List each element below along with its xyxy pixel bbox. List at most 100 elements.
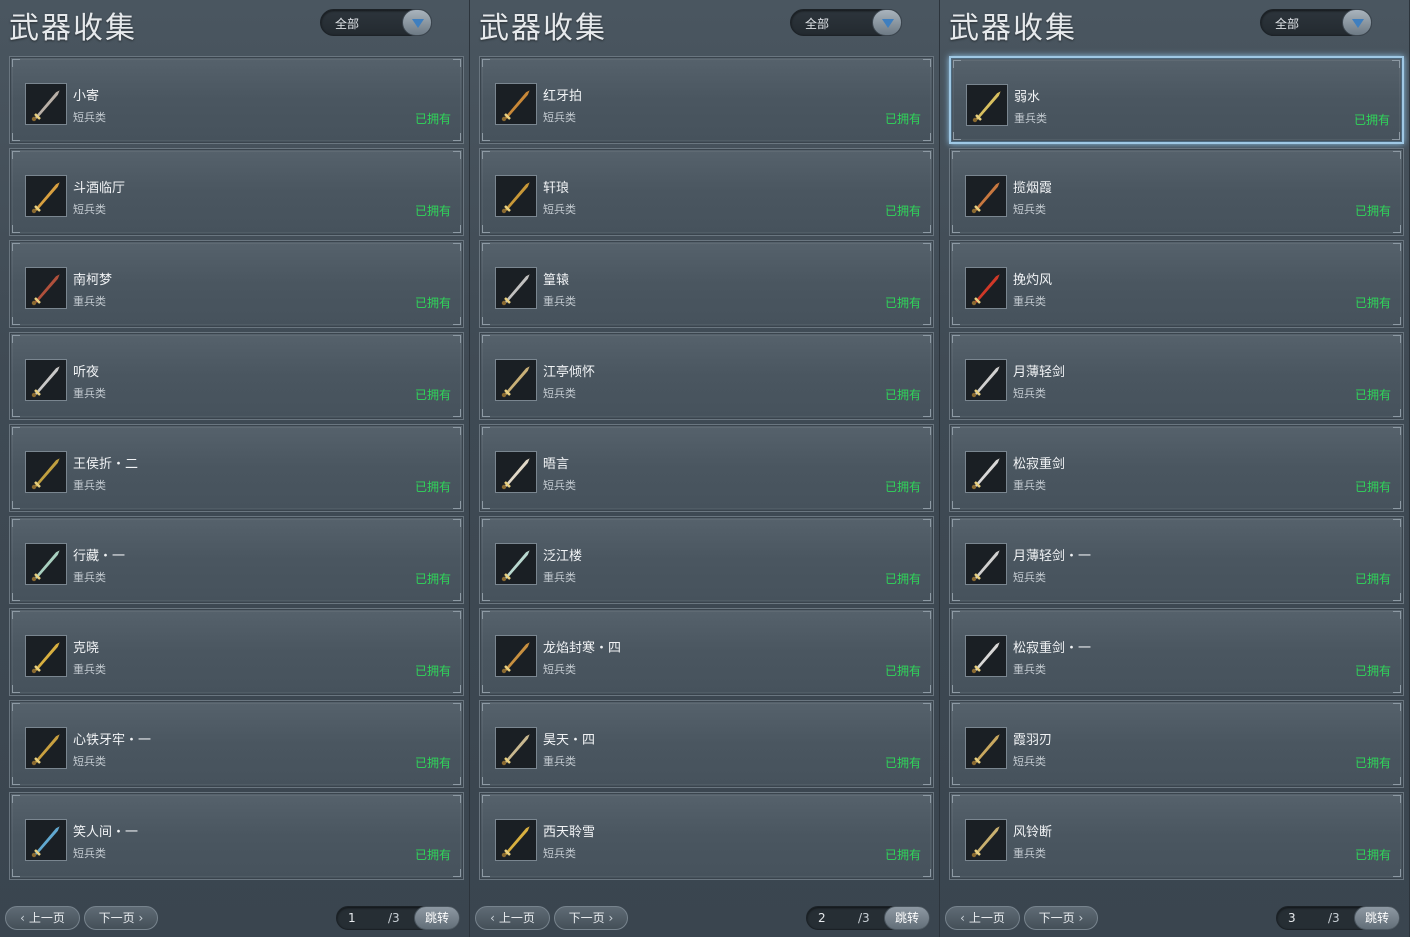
corner-ornament xyxy=(482,795,490,803)
weapon-item[interactable]: 行藏・一 重兵类 已拥有 xyxy=(9,516,464,604)
weapon-item[interactable]: 泛江楼 重兵类 已拥有 xyxy=(479,516,934,604)
corner-ornament xyxy=(923,777,931,785)
weapon-item[interactable]: 轩琅 短兵类 已拥有 xyxy=(479,148,934,236)
owned-status: 已拥有 xyxy=(1354,388,1391,402)
weapon-item[interactable]: 篁辕 重兵类 已拥有 xyxy=(479,240,934,328)
weapon-item[interactable]: 龙焰封寒・四 短兵类 已拥有 xyxy=(479,608,934,696)
weapon-item[interactable]: 克晓 重兵类 已拥有 xyxy=(9,608,464,696)
corner-ornament xyxy=(482,409,490,417)
jump-button[interactable]: 跳转 xyxy=(414,906,460,930)
weapon-item[interactable]: 风铃断 重兵类 已拥有 xyxy=(949,792,1404,880)
corner-ornament xyxy=(923,703,931,711)
page-total: /3 xyxy=(858,911,870,925)
weapon-name: 篁辕 xyxy=(543,273,570,288)
panel-title: 武器收集 xyxy=(479,11,607,46)
weapon-name: 江亭倾怀 xyxy=(543,365,596,380)
chevron-down-icon[interactable] xyxy=(1342,9,1372,36)
corner-ornament xyxy=(923,501,931,509)
corner-ornament xyxy=(1393,409,1401,417)
dragon-sword-icon xyxy=(495,635,537,677)
jump-button[interactable]: 跳转 xyxy=(884,906,930,930)
chevron-right-icon: › xyxy=(608,911,614,925)
weapon-item[interactable]: 霞羽刃 短兵类 已拥有 xyxy=(949,700,1404,788)
weapon-name: 晤言 xyxy=(543,457,570,472)
fire-blade-icon xyxy=(965,267,1007,309)
filter-dropdown[interactable]: 全部 xyxy=(320,9,432,36)
corner-ornament xyxy=(923,795,931,803)
filter-dropdown[interactable]: 全部 xyxy=(790,9,902,36)
next-page-button[interactable]: 下一页 › xyxy=(554,906,628,930)
spear-icon xyxy=(25,819,67,861)
weapon-name: 斗酒临厅 xyxy=(73,181,126,196)
great-sword-icon xyxy=(965,451,1007,493)
prev-page-button[interactable]: ‹ 上一页 xyxy=(475,906,550,930)
corner-ornament xyxy=(453,409,461,417)
owned-status: 已拥有 xyxy=(1354,480,1391,494)
filter-dropdown[interactable]: 全部 xyxy=(1260,9,1372,36)
page-input[interactable]: 1 xyxy=(348,911,356,925)
page-input[interactable]: 2 xyxy=(818,911,826,925)
corner-ornament xyxy=(1393,427,1401,435)
weapon-item[interactable]: 松寂重剑 重兵类 已拥有 xyxy=(949,424,1404,512)
weapon-item[interactable]: 斗酒临厅 短兵类 已拥有 xyxy=(9,148,464,236)
owned-status: 已拥有 xyxy=(1354,204,1391,218)
corner-ornament xyxy=(12,225,20,233)
weapon-item[interactable]: 弱水 重兵类 已拥有 xyxy=(949,56,1404,144)
weapon-item[interactable]: 晤言 短兵类 已拥有 xyxy=(479,424,934,512)
corner-ornament xyxy=(482,703,490,711)
jump-button[interactable]: 跳转 xyxy=(1354,906,1400,930)
prev-page-button[interactable]: ‹ 上一页 xyxy=(945,906,1020,930)
weapon-item[interactable]: 心铁牙牢・一 短兵类 已拥有 xyxy=(9,700,464,788)
page-jump-field[interactable]: 2 /3 跳转 xyxy=(806,906,930,930)
page-jump-field[interactable]: 3 /3 跳转 xyxy=(1276,906,1400,930)
weapon-type: 短兵类 xyxy=(543,387,576,400)
corner-ornament xyxy=(1393,593,1401,601)
weapon-type: 短兵类 xyxy=(1013,203,1046,216)
weapon-type: 短兵类 xyxy=(1013,571,1046,584)
weapon-type: 短兵类 xyxy=(543,847,576,860)
weapon-item[interactable]: 松寂重剑・一 重兵类 已拥有 xyxy=(949,608,1404,696)
owned-status: 已拥有 xyxy=(414,572,451,586)
next-page-button[interactable]: 下一页 › xyxy=(84,906,158,930)
chevron-down-icon[interactable] xyxy=(872,9,902,36)
weapon-item[interactable]: 听夜 重兵类 已拥有 xyxy=(9,332,464,420)
corner-ornament xyxy=(12,59,20,67)
dark-blade-icon xyxy=(25,451,67,493)
corner-ornament xyxy=(12,151,20,159)
weapon-item[interactable]: 红牙拍 短兵类 已拥有 xyxy=(479,56,934,144)
weapon-item[interactable]: 小寄 短兵类 已拥有 xyxy=(9,56,464,144)
corner-ornament xyxy=(952,519,960,527)
weapon-item[interactable]: 揽烟霞 短兵类 已拥有 xyxy=(949,148,1404,236)
corner-ornament xyxy=(453,593,461,601)
page-jump-field[interactable]: 1 /3 跳转 xyxy=(336,906,460,930)
corner-ornament xyxy=(12,501,20,509)
prev-page-button[interactable]: ‹ 上一页 xyxy=(5,906,80,930)
weapon-item[interactable]: 江亭倾怀 短兵类 已拥有 xyxy=(479,332,934,420)
corner-ornament xyxy=(923,519,931,527)
weapon-name: 轩琅 xyxy=(543,181,570,196)
prev-page-label: 上一页 xyxy=(28,911,65,925)
weapon-item[interactable]: 昊天・四 重兵类 已拥有 xyxy=(479,700,934,788)
weapon-type: 短兵类 xyxy=(73,203,106,216)
collection-panel: 武器收集 全部 红牙拍 短兵类 已拥有 轩琅 短兵类 已拥有 篁辕 重兵类 已拥… xyxy=(470,0,940,937)
page-input[interactable]: 3 xyxy=(1288,911,1296,925)
weapon-item[interactable]: 月薄轻剑 短兵类 已拥有 xyxy=(949,332,1404,420)
corner-ornament xyxy=(482,335,490,343)
weapon-item[interactable]: 笑人间・一 短兵类 已拥有 xyxy=(9,792,464,880)
next-page-label: 下一页 xyxy=(98,911,135,925)
corner-ornament xyxy=(1393,685,1401,693)
owned-status: 已拥有 xyxy=(1354,848,1391,862)
owned-status: 已拥有 xyxy=(884,572,921,586)
corner-ornament xyxy=(952,703,960,711)
owned-status: 已拥有 xyxy=(414,388,451,402)
weapon-item[interactable]: 南柯梦 重兵类 已拥有 xyxy=(9,240,464,328)
owned-status: 已拥有 xyxy=(884,756,921,770)
next-page-button[interactable]: 下一页 › xyxy=(1024,906,1098,930)
chevron-down-icon[interactable] xyxy=(402,9,432,36)
weapon-item[interactable]: 王侯折・二 重兵类 已拥有 xyxy=(9,424,464,512)
weapon-item[interactable]: 挽灼风 重兵类 已拥有 xyxy=(949,240,1404,328)
weapon-name: 心铁牙牢・一 xyxy=(73,733,152,748)
owned-status: 已拥有 xyxy=(414,848,451,862)
weapon-item[interactable]: 西天聆雪 短兵类 已拥有 xyxy=(479,792,934,880)
weapon-item[interactable]: 月薄轻剑・一 短兵类 已拥有 xyxy=(949,516,1404,604)
